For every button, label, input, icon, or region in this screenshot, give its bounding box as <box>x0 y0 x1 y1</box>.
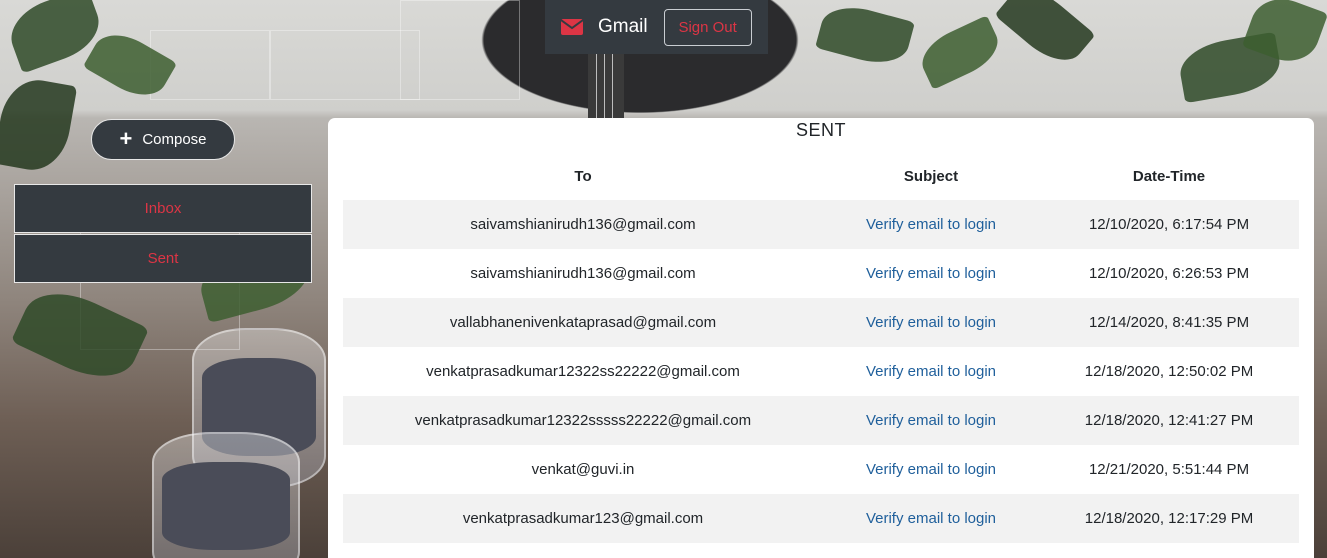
column-header-to: To <box>574 168 592 185</box>
sidebar-item-label: Inbox <box>144 200 182 217</box>
plant-leaf <box>914 15 1006 90</box>
recipient-cell: vallabhanenivenkataprasad@gmail.com <box>343 298 823 347</box>
subject-link[interactable]: Verify email to login <box>823 396 1039 445</box>
recipient-cell: saivamshianirudh136@gmail.com <box>343 200 823 249</box>
compose-button[interactable]: + Compose <box>91 119 235 160</box>
recipient-cell: venkat@guvi.in <box>531 461 635 478</box>
datetime-cell: 12/18/2020, 12:17:29 PM <box>1039 494 1299 543</box>
subject-link[interactable]: Verify email to login <box>823 200 1039 249</box>
subject-link[interactable]: Verify email to login <box>823 445 1039 494</box>
envelope-icon <box>561 19 583 35</box>
subject-link[interactable]: Verify email to login <box>823 298 1039 347</box>
datetime-cell: 12/14/2020, 8:41:35 PM <box>1039 298 1299 347</box>
plus-icon: + <box>119 125 133 151</box>
top-navbar: Gmail Sign Out <box>545 0 768 54</box>
sidebar-item-sent[interactable]: Sent <box>14 234 312 283</box>
datetime-cell: 12/10/2020, 6:17:54 PM <box>1039 200 1299 249</box>
recipient-cell: saivamshianirudh136@gmail.com <box>470 265 696 282</box>
table-row[interactable]: saivamshianirudh136@gmail.com Verify ema… <box>343 249 1299 298</box>
table-row[interactable]: venkatprasadkumar12322ss22222@gmail.com … <box>343 347 1299 396</box>
table-row[interactable]: vallabhanenivenkataprasad@gmail.com Veri… <box>343 298 1299 347</box>
column-header-datetime: Date-Time <box>1132 168 1206 185</box>
table-row[interactable]: venkat@guvi.in Verify email to login 12/… <box>343 445 1299 494</box>
recipient-cell: venkatprasadkumar12322sssss22222@gmail.c… <box>343 396 823 445</box>
plant-leaf <box>994 0 1096 74</box>
sign-out-button[interactable]: Sign Out <box>663 8 752 46</box>
plant-leaf <box>815 0 915 71</box>
compose-label: Compose <box>142 131 207 148</box>
table-header-row: To Subject Date-Time <box>343 153 1299 200</box>
sidebar-item-label: Sent <box>147 250 179 267</box>
floor-tile <box>270 30 420 100</box>
recipient-cell: venkatprasadkumar123@gmail.com <box>343 494 823 543</box>
datetime-cell: 12/18/2020, 12:41:27 PM <box>1039 396 1299 445</box>
datetime-cell: 12/21/2020, 5:51:44 PM <box>1088 461 1250 478</box>
column-header-subject: Subject <box>903 168 959 185</box>
subject-link[interactable]: Verify email to login <box>823 347 1039 396</box>
sidebar-item-inbox[interactable]: Inbox <box>14 184 312 233</box>
candle-glass <box>152 432 300 558</box>
sent-mail-panel: SENT To Subject Date-Time saivamshianiru… <box>328 118 1314 558</box>
brand-title: Gmail <box>598 16 648 37</box>
datetime-cell: 12/10/2020, 6:26:53 PM <box>1088 265 1250 282</box>
page-title: SENT <box>795 120 846 140</box>
table-row[interactable]: saivamshianirudh136@gmail.com Verify ema… <box>343 200 1299 249</box>
table-row[interactable]: venkatprasadkumar12322sssss22222@gmail.c… <box>343 396 1299 445</box>
plant-leaf <box>0 74 78 176</box>
subject-link[interactable]: Verify email to login <box>823 249 1039 298</box>
subject-link[interactable]: Verify email to login <box>823 494 1039 543</box>
recipient-cell: venkatprasadkumar12322ss22222@gmail.com <box>426 363 740 380</box>
datetime-cell: 12/18/2020, 12:50:02 PM <box>1084 363 1254 380</box>
table-row[interactable]: venkatprasadkumar123@gmail.com Verify em… <box>343 494 1299 543</box>
floor-tile <box>400 0 520 100</box>
sent-mail-table: To Subject Date-Time saivamshianirudh136… <box>343 153 1299 543</box>
